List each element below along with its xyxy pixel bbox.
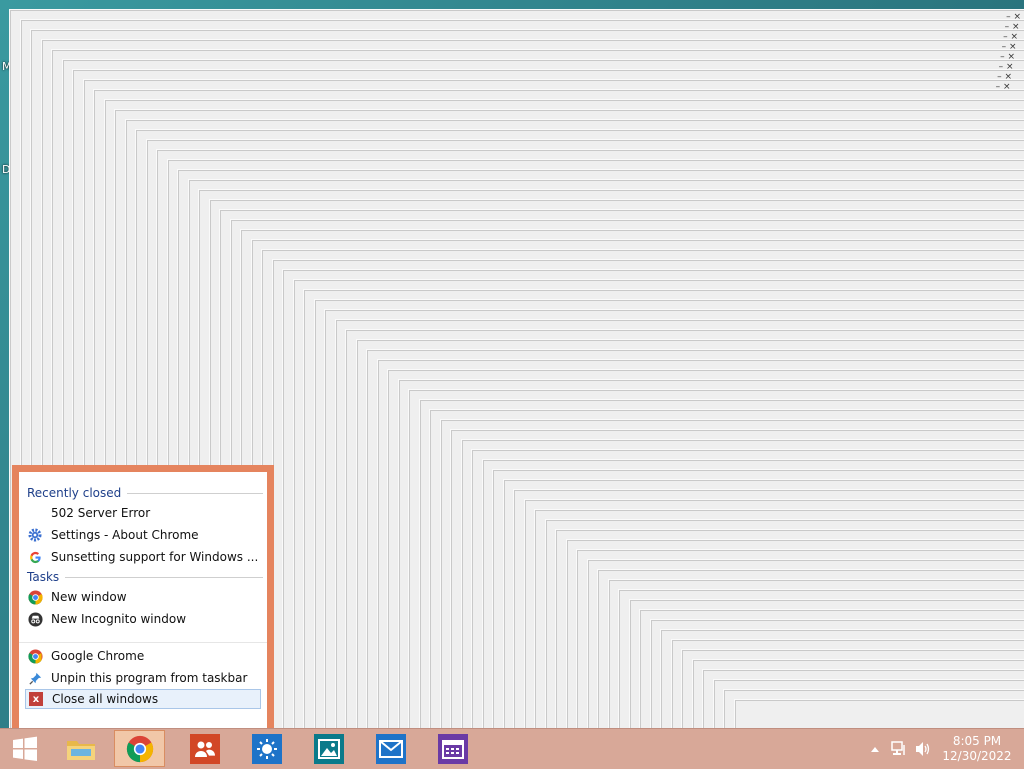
taskbar: 8:05 PM 12/30/2022 xyxy=(0,728,1024,769)
recent-item-settings-about-chrome[interactable]: Settings - About Chrome xyxy=(19,524,267,546)
calendar-icon xyxy=(438,734,468,764)
people-icon xyxy=(190,734,220,764)
network-icon[interactable] xyxy=(890,740,908,758)
taskbar-google-chrome[interactable] xyxy=(114,730,165,767)
windows-logo-icon xyxy=(12,736,38,762)
jump-list-divider xyxy=(19,642,267,643)
close-all-windows[interactable]: x Close all windows xyxy=(25,689,261,709)
taskbar-photos[interactable] xyxy=(306,730,352,767)
photos-icon xyxy=(314,734,344,764)
taskbar-mail[interactable] xyxy=(368,730,414,767)
chrome-icon xyxy=(126,735,154,763)
task-new-window[interactable]: New window xyxy=(19,586,267,608)
chrome-icon xyxy=(27,589,43,605)
start-button[interactable] xyxy=(2,730,48,767)
pinned-app-google-chrome[interactable]: Google Chrome xyxy=(19,645,267,667)
clock[interactable]: 8:05 PM 12/30/2022 xyxy=(938,734,1016,764)
cascaded-window xyxy=(735,700,1024,728)
taskbar-file-explorer[interactable] xyxy=(58,730,104,767)
taskbar-people[interactable] xyxy=(182,730,228,767)
gear-icon xyxy=(27,527,43,543)
clock-time: 8:05 PM xyxy=(938,734,1016,749)
clock-date: 12/30/2022 xyxy=(938,749,1016,764)
unpin-icon xyxy=(27,670,43,686)
incognito-icon xyxy=(27,611,43,627)
chevron-up-icon[interactable] xyxy=(866,740,884,758)
recent-item-502-server-error[interactable]: 502 Server Error xyxy=(19,502,267,524)
jump-list-panel: Recently closed 502 Server Error Setting… xyxy=(19,472,267,728)
mail-icon xyxy=(376,734,406,764)
chrome-icon xyxy=(27,648,43,664)
sun-icon xyxy=(252,734,282,764)
chrome-jump-list: Recently closed 502 Server Error Setting… xyxy=(12,465,274,728)
close-icon: x xyxy=(28,691,44,707)
system-tray: 8:05 PM 12/30/2022 xyxy=(866,729,1024,769)
folder-icon xyxy=(65,735,97,763)
task-new-incognito-window[interactable]: New Incognito window xyxy=(19,608,267,630)
volume-icon[interactable] xyxy=(914,740,932,758)
taskbar-weather[interactable] xyxy=(244,730,290,767)
tasks-header: Tasks xyxy=(19,568,267,586)
google-g-icon xyxy=(27,549,43,565)
recent-item-sunsetting-support[interactable]: Sunsetting support for Windows ... xyxy=(19,546,267,568)
unpin-from-taskbar[interactable]: Unpin this program from taskbar xyxy=(19,667,267,689)
recently-closed-header: Recently closed xyxy=(19,484,267,502)
taskbar-calendar[interactable] xyxy=(430,730,476,767)
blank-page-icon xyxy=(27,505,43,521)
